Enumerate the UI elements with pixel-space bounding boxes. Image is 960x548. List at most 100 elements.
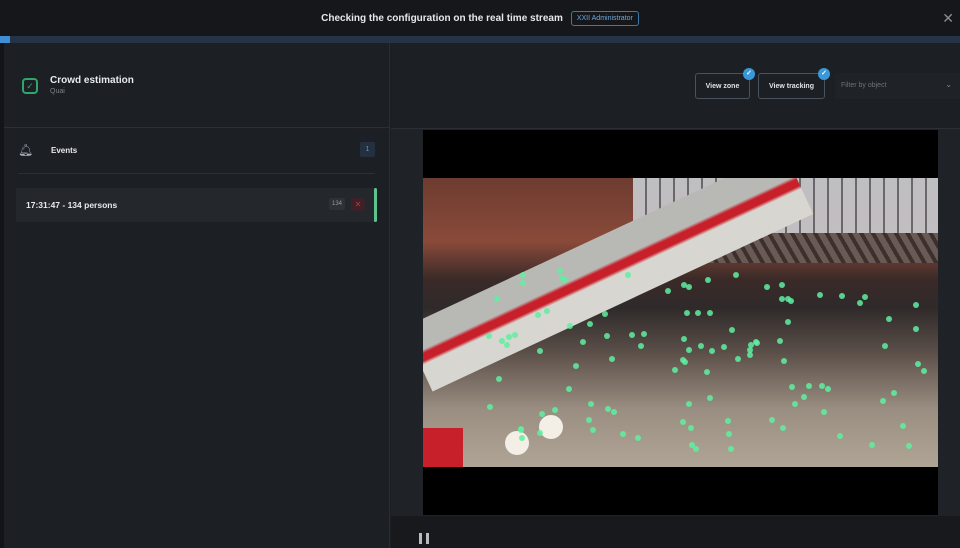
delete-event-button[interactable]: ✕ <box>351 198 365 211</box>
tracking-marker <box>763 283 770 290</box>
tracking-marker <box>603 332 610 339</box>
app-header: ✓ Crowd estimation Quai <box>4 43 389 128</box>
tracking-marker <box>552 407 559 414</box>
tracking-marker <box>537 429 544 436</box>
tracking-marker <box>801 393 808 400</box>
tracking-marker <box>900 422 907 429</box>
tracking-marker <box>498 338 505 345</box>
view-zone-label: View zone <box>705 82 740 90</box>
tracking-marker <box>728 446 735 453</box>
tracking-marker <box>671 367 678 374</box>
tracking-marker <box>881 342 888 349</box>
stream-progress-bar[interactable] <box>0 36 960 43</box>
tracking-marker <box>890 390 897 397</box>
tracking-marker <box>817 291 824 298</box>
video-toolbar: View zone ✓ View tracking ✓ Filter by ob… <box>391 43 960 129</box>
tracking-marker <box>511 332 518 339</box>
tracking-marker <box>698 342 705 349</box>
close-icon[interactable]: ✕ <box>942 10 954 27</box>
view-tracking-label: View tracking <box>768 82 814 90</box>
tracking-marker <box>486 404 493 411</box>
view-zone-button[interactable]: View zone ✓ <box>695 68 755 99</box>
tracking-marker <box>587 401 594 408</box>
filter-placeholder: Filter by object <box>841 82 887 89</box>
tracking-marker <box>707 310 714 317</box>
tracking-marker <box>681 281 688 288</box>
video-frame <box>423 130 938 515</box>
tracking-marker <box>518 434 525 441</box>
check-icon: ✓ <box>818 68 830 80</box>
tracking-marker <box>913 302 920 309</box>
tracking-marker <box>791 400 798 407</box>
view-tracking-button[interactable]: View tracking ✓ <box>758 68 830 99</box>
tracking-marker <box>565 386 572 393</box>
tracking-marker <box>601 310 608 317</box>
tracking-marker <box>573 362 580 369</box>
sidebar: ✓ Crowd estimation Quai 🔔︎ Events 1 17:3… <box>0 43 390 548</box>
pause-icon[interactable] <box>419 533 429 544</box>
tracking-marker <box>780 357 787 364</box>
tracking-marker <box>752 339 759 346</box>
progress-fill <box>0 36 10 43</box>
chevron-down-icon: ⌄ <box>945 80 952 89</box>
tracking-marker <box>579 338 586 345</box>
tracking-marker <box>664 287 671 294</box>
tracking-marker <box>709 347 715 354</box>
tracking-marker <box>694 310 701 317</box>
tracking-marker <box>519 271 526 278</box>
tracking-marker <box>586 321 593 328</box>
tracking-marker <box>720 343 727 350</box>
tracking-marker <box>747 352 754 359</box>
tracking-marker <box>856 300 863 307</box>
tracking-marker <box>610 408 617 415</box>
tracking-marker <box>688 425 695 432</box>
tracking-marker <box>880 397 887 404</box>
user-badge[interactable]: XXII Administrator <box>570 10 639 26</box>
location-label: Quai <box>50 88 65 95</box>
tracking-marker <box>628 332 635 339</box>
tracking-marker <box>637 343 644 350</box>
tracking-marker <box>820 408 827 415</box>
events-label: Events <box>51 146 78 155</box>
video-feed[interactable] <box>423 178 938 467</box>
tracking-marker <box>869 442 876 449</box>
top-bar: Checking the configuration on the real t… <box>0 0 960 36</box>
tracking-marker <box>624 271 631 278</box>
tracking-marker <box>862 294 869 301</box>
tracking-marker <box>778 281 785 288</box>
event-status-indicator <box>374 188 377 222</box>
video-stage <box>391 129 960 516</box>
tracking-marker <box>735 355 742 362</box>
tracking-marker <box>703 368 710 375</box>
tracking-marker <box>517 426 524 433</box>
event-count-badge: 134 <box>328 198 345 210</box>
tracking-marker <box>789 384 796 391</box>
tracking-marker <box>776 338 783 345</box>
tracking-marker <box>604 405 611 412</box>
tracking-marker <box>586 417 593 424</box>
tracking-marker <box>785 318 792 325</box>
event-item[interactable]: 17:31:47 - 134 persons 134 ✕ <box>16 188 377 222</box>
tracking-marker <box>914 360 921 367</box>
tracking-marker <box>905 442 912 449</box>
tracking-marker <box>732 272 739 279</box>
tracking-marker <box>779 295 786 302</box>
lamp <box>539 415 563 439</box>
events-count-badge: 1 <box>360 142 375 157</box>
tracking-marker <box>493 295 500 302</box>
tracking-marker <box>486 332 493 339</box>
tracking-marker <box>641 331 648 337</box>
train-front <box>423 428 463 467</box>
tracking-marker <box>686 400 693 407</box>
filter-by-object-select[interactable]: Filter by object ⌄ <box>835 73 960 99</box>
tracking-marker <box>685 347 692 354</box>
tracking-marker <box>534 311 541 318</box>
tracking-marker <box>729 327 736 334</box>
train <box>423 178 814 392</box>
page-title: Checking the configuration on the real t… <box>321 12 563 24</box>
tracking-marker <box>680 418 687 425</box>
tracking-marker <box>705 277 712 284</box>
tracking-marker <box>537 347 544 354</box>
tracking-marker <box>620 431 627 438</box>
player-controls <box>391 516 960 548</box>
